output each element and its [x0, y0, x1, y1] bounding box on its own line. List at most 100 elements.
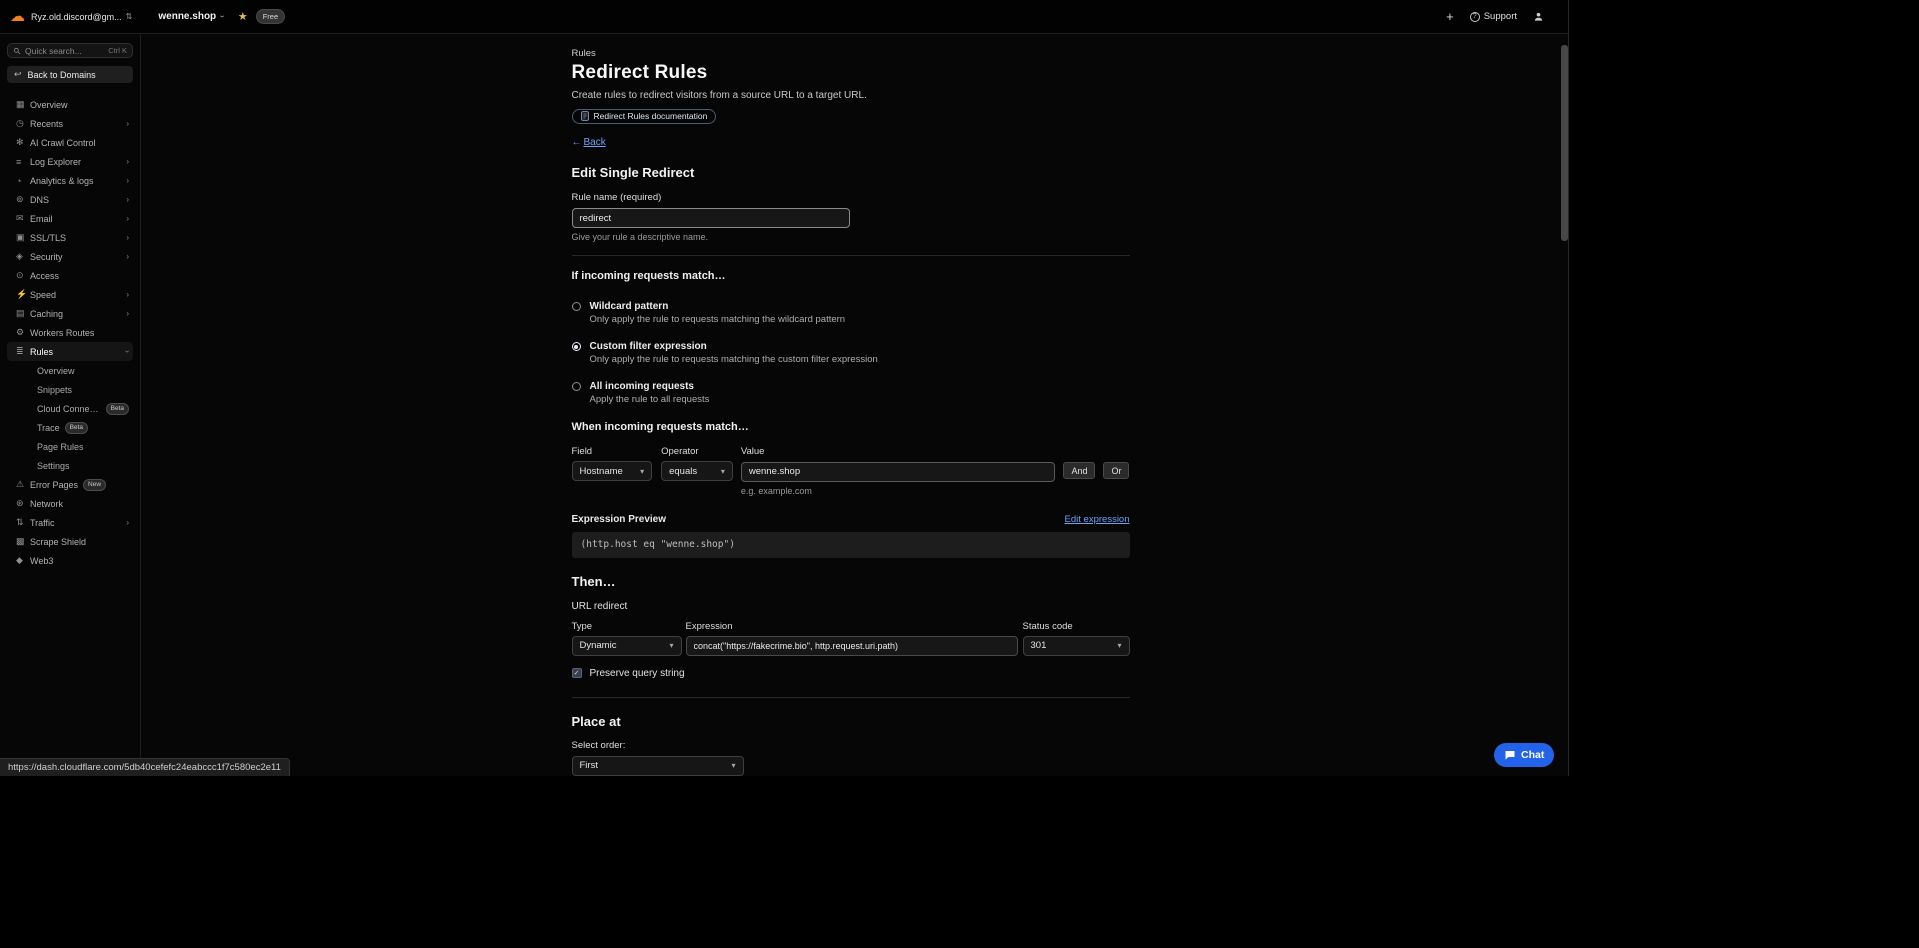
back-to-domains-button[interactable]: ↩ Back to Domains	[7, 66, 133, 83]
speed-icon: ⚡	[16, 289, 28, 299]
url-redirect-label: URL redirect	[571, 600, 628, 612]
chevron-down-icon: ›	[123, 350, 133, 353]
edit-single-redirect-heading: Edit Single Redirect	[571, 164, 695, 180]
sidebar-item-label: Traffic	[30, 517, 55, 528]
match-option-2[interactable]: All incoming requests Apply the rule to a…	[571, 381, 1130, 405]
operator-label: Operator	[661, 446, 699, 457]
access-icon: ⊙	[16, 270, 24, 280]
topbar: ☁ Ryz.old.discord@gm... ⇅ wenne.shop › ★…	[0, 0, 1568, 34]
search-icon	[13, 47, 21, 54]
checkbox-checked-icon[interactable]: ✓	[571, 668, 582, 678]
sidebar-item-trace[interactable]: Trace Beta	[7, 418, 133, 437]
back-link-label: Back	[583, 136, 606, 148]
chevron-right-icon: ›	[126, 157, 129, 166]
account-label: Ryz.old.discord@gm...	[31, 11, 122, 22]
chevron-down-icon: ▾	[731, 761, 736, 770]
value-input[interactable]	[740, 461, 1056, 482]
sidebar-item-label: Workers Routes	[30, 327, 95, 338]
chevron-right-icon: ›	[126, 309, 129, 318]
sidebar-item-snippets[interactable]: Snippets	[7, 380, 133, 399]
sidebar-item-access[interactable]: ⊙ Access	[7, 266, 133, 285]
sidebar-item-overview[interactable]: ▦ Overview	[7, 95, 133, 114]
sidebar-item-recents[interactable]: ◷ Recents ›	[7, 114, 133, 133]
sidebar-item-cloud-connector[interactable]: Cloud Connector Beta	[7, 399, 133, 418]
error-icon: ⚠	[16, 479, 25, 489]
traffic-icon: ⇅	[16, 517, 24, 527]
site-label: wenne.shop	[158, 11, 217, 22]
sidebar-item-analytics-logs[interactable]: ◔ Analytics & logs ›	[7, 171, 133, 190]
caching-icon: ▤	[16, 308, 25, 318]
rule-name-input[interactable]	[571, 208, 850, 228]
logs-icon: ≡	[16, 156, 22, 167]
sidebar-item-rules[interactable]: ≣ Rules ›	[7, 342, 133, 361]
match-option-label: Custom filter expression	[589, 341, 707, 352]
status-code-select[interactable]: 301 ▾	[1022, 635, 1130, 656]
clock-icon: ◷	[16, 118, 24, 128]
sidebar-item-label: Overview	[37, 365, 75, 376]
edit-expression-link[interactable]: Edit expression	[1065, 514, 1130, 525]
sidebar-item-caching[interactable]: ▤ Caching ›	[7, 304, 133, 323]
sidebar-item-ai-crawl-control[interactable]: ✻ AI Crawl Control	[7, 133, 133, 152]
sidebar-item-email[interactable]: ✉ Email ›	[7, 209, 133, 228]
sidebar-item-log-explorer[interactable]: ≡ Log Explorer ›	[7, 152, 133, 171]
sidebar-item-settings[interactable]: Settings	[7, 456, 133, 475]
sidebar-item-ssl-tls[interactable]: ▣ SSL/TLS ›	[7, 228, 133, 247]
radio-checked-icon[interactable]	[571, 342, 581, 351]
radio-unchecked-icon[interactable]	[571, 382, 581, 391]
scrollbar-thumb[interactable]	[1561, 45, 1568, 241]
user-profile-icon[interactable]	[1533, 11, 1544, 22]
topbar-right: + ? Support	[1446, 9, 1544, 24]
sidebar-item-speed[interactable]: ⚡ Speed ›	[7, 285, 133, 304]
sidebar-item-label: Email	[30, 213, 53, 224]
sidebar-item-network[interactable]: ⊛ Network	[7, 494, 133, 513]
site-menu[interactable]: wenne.shop ›	[158, 11, 227, 22]
chevron-down-icon: ›	[218, 15, 228, 18]
divider	[571, 255, 1130, 256]
documentation-button[interactable]: Redirect Rules documentation	[571, 108, 717, 124]
search-shortcut-hint: Ctrl K	[108, 46, 127, 55]
quick-search-input[interactable]: Quick search... Ctrl K	[7, 43, 133, 58]
and-button[interactable]: And	[1063, 462, 1096, 479]
value-hint: e.g. example.com	[740, 485, 812, 496]
redirect-config-row: Type Dynamic ▾ Expression Status code 30…	[571, 621, 1130, 656]
network-icon: ⊛	[16, 498, 24, 508]
match-option-1[interactable]: Custom filter expression Only apply the r…	[571, 341, 1130, 365]
sidebar-item-label: Security	[30, 251, 63, 262]
sidebar-item-label: Network	[30, 498, 64, 509]
sidebar-item-traffic[interactable]: ⇅ Traffic ›	[7, 513, 133, 532]
select-order-label: Select order:	[571, 739, 626, 751]
sidebar-item-scrape-shield[interactable]: ▩ Scrape Shield	[7, 532, 133, 551]
match-option-0[interactable]: Wildcard pattern Only apply the rule to r…	[571, 301, 1130, 325]
sidebar-item-label: DNS	[30, 194, 50, 205]
chevron-down-icon: ▾	[669, 641, 674, 650]
operator-select[interactable]: equals ▾	[661, 461, 733, 481]
chevron-down-icon: ▾	[720, 466, 725, 476]
sidebar-item-error-pages[interactable]: ⚠ Error Pages New	[7, 475, 133, 494]
sidebar-item-web3[interactable]: ◆ Web3	[7, 551, 133, 570]
redirect-type-select[interactable]: Dynamic ▾	[571, 635, 682, 656]
chat-button[interactable]: Chat	[1494, 743, 1555, 767]
chevron-right-icon: ›	[126, 119, 129, 128]
redirect-expression-input[interactable]	[685, 635, 1018, 656]
sidebar-item-workers-routes[interactable]: ⚙ Workers Routes	[7, 323, 133, 342]
radio-unchecked-icon[interactable]	[571, 302, 581, 311]
grid-icon: ▦	[16, 99, 25, 109]
sidebar-item-label: Trace	[37, 422, 60, 433]
or-button[interactable]: Or	[1103, 462, 1130, 479]
rules-icon: ≣	[16, 346, 24, 356]
sidebar-item-page-rules[interactable]: Page Rules	[7, 437, 133, 456]
support-menu[interactable]: ? Support	[1469, 11, 1517, 22]
badge-new: New	[83, 478, 107, 491]
field-select[interactable]: Hostname ▾	[571, 461, 653, 481]
rule-name-label: Rule name (required)	[571, 191, 662, 203]
sidebar-item-overview[interactable]: Overview	[7, 361, 133, 380]
sidebar-item-security[interactable]: ◈ Security ›	[7, 247, 133, 266]
main-content: Rules Redirect Rules Create rules to red…	[141, 34, 1560, 776]
order-select[interactable]: First ▾	[571, 755, 744, 776]
account-menu[interactable]: Ryz.old.discord@gm... ⇅	[31, 12, 132, 22]
add-site-button[interactable]: +	[1446, 9, 1454, 24]
back-link[interactable]: ← Back	[572, 137, 606, 148]
sidebar-item-dns[interactable]: ⊚ DNS ›	[7, 190, 133, 209]
quick-search-placeholder: Quick search...	[25, 45, 82, 56]
favorite-star-icon[interactable]: ★	[238, 10, 248, 23]
